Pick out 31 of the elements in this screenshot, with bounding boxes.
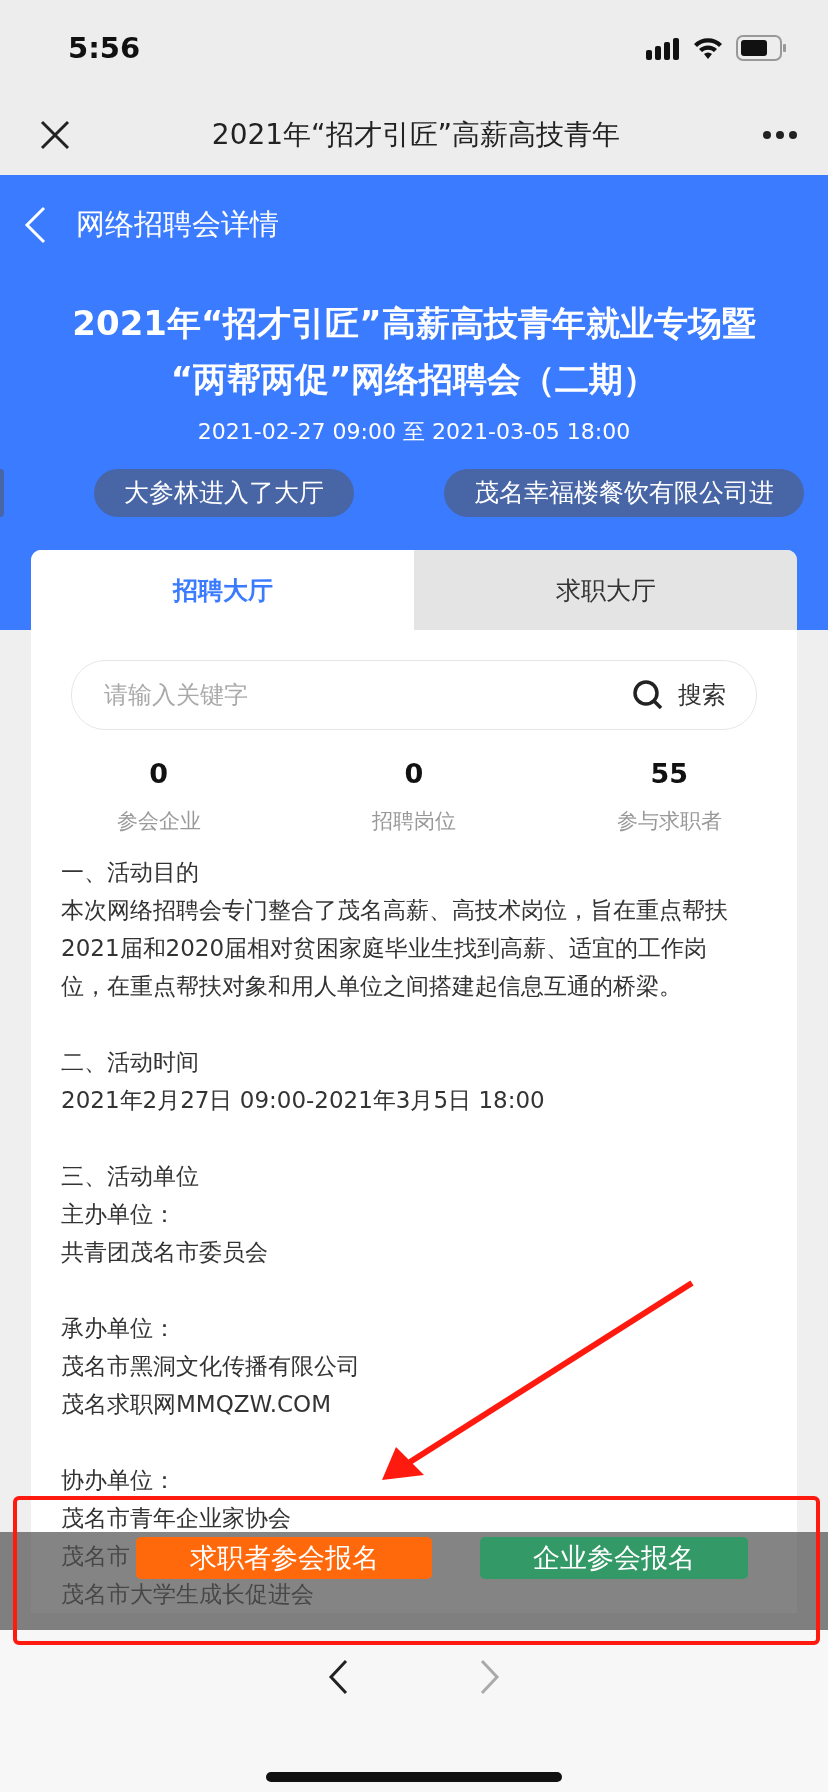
description-text: 茂名市黑洞文化传播有限公司 [61, 1352, 360, 1381]
event-date-range: 2021-02-27 09:00 至 2021-03-05 18:00 [196, 418, 632, 446]
description-text: 共青团茂名市委员会 [61, 1238, 268, 1267]
description-text: 一、活动目的 [61, 858, 199, 887]
description-text: 茂名市青年企业家协会 [61, 1504, 291, 1533]
ticker-pill: 茂名幸福楼餐饮有限公司进 [444, 469, 804, 517]
stat-value: 0 [149, 758, 169, 789]
description-text: 协办单位： [61, 1466, 176, 1495]
stat-label: 参会企业 [116, 808, 201, 835]
description-text: 二、活动时间 [61, 1048, 199, 1077]
description-text: 茂名求职网MMQZW.COM [61, 1390, 331, 1419]
register-button[interactable]: 企业参会报名 [480, 1537, 748, 1579]
stat-value: 0 [404, 758, 424, 789]
page-title: 2021年“招才引匠”高薪高技青年 [210, 117, 622, 153]
description-text: 茂名市大学生成长促进会 [61, 1580, 314, 1609]
ticker-pill: 大参林进入了大厅 [94, 469, 354, 517]
stat-value: 55 [650, 758, 689, 789]
description-text: 主办单位： [61, 1200, 176, 1229]
description-text: 本次网络招聘会专门整合了茂名高薪、高技术岗位，旨在重点帮扶2021届和2020届相对贫困家庭毕业生找到高薪、适宜的工作岗位，在重点帮扶对象和用人单位之间搭建起信息互通的桥梁。 [61, 896, 729, 1001]
stat-label: 招聘岗位 [372, 808, 456, 835]
search-field[interactable]: 请输入关键字 搜索 [71, 660, 757, 730]
event-title: 2021年“招才引匠”高薪高技青年就业专场暨 “两帮两促”网络招聘会（二期） [71, 302, 757, 401]
description-text: 茂名市 [61, 1542, 130, 1571]
tab[interactable]: 求职大厅 [414, 550, 797, 630]
header-title: 网络招聘会详情 [76, 206, 279, 243]
search-button[interactable]: 搜索 [632, 679, 726, 711]
description-text: 2021年2月27日 09:00-2021年3月5日 18:00 [61, 1086, 545, 1115]
stat-label: 参与求职者 [616, 808, 722, 835]
description-text: 承办单位： [61, 1314, 176, 1343]
status-time: 5:56 [68, 30, 141, 65]
description-text: 三、活动单位 [61, 1162, 199, 1191]
